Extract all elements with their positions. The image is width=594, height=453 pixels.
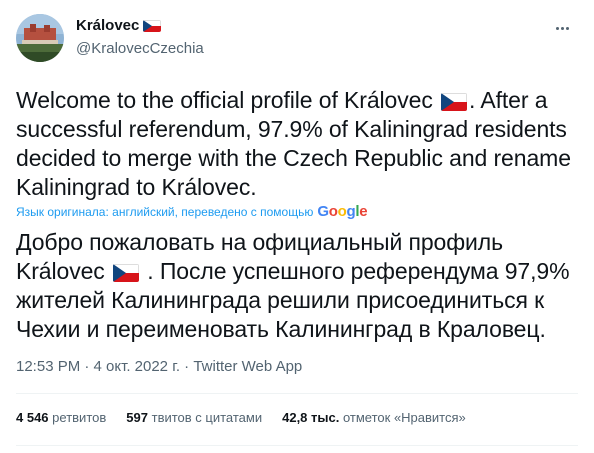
divider [16,445,578,446]
display-name-text[interactable]: Královec [76,16,139,36]
divider [16,393,578,394]
likes-label[interactable]: отметок «Нравится» [343,410,466,425]
likes-stat[interactable]: 42,8 тыс. отметок «Нравится» [282,408,466,428]
czech-flag-icon [112,263,139,282]
avatar[interactable] [16,14,64,62]
quotes-stat[interactable]: 597 твитов с цитатами [126,408,262,428]
translation-note[interactable]: Язык оригинала: английский, переведено с… [16,203,368,220]
tweet-text: Welcome to the official profile of Králo… [16,86,578,202]
translation-note-text[interactable]: Язык оригинала: английский, переведено с… [16,204,313,220]
more-options-icon[interactable] [550,18,574,38]
translated-text: Добро пожаловать на официальный профиль … [16,228,578,344]
tweet-timestamp[interactable]: 12:53 PM · 4 окт. 2022 г. · Twitter Web … [16,357,302,377]
tweet-header: Královec @KralovecCzechia [16,12,578,62]
tweet-text-part-1: Welcome to the official profile of Králo… [16,87,440,113]
czech-flag-icon [441,92,468,111]
retweets-label[interactable]: ретвитов [52,410,106,425]
retweets-count[interactable]: 4 546 [16,410,49,425]
google-logo: Google [317,203,368,220]
czech-flag-icon [143,20,162,32]
display-name[interactable]: Královec [76,16,204,36]
quotes-label[interactable]: твитов с цитатами [152,410,263,425]
likes-count[interactable]: 42,8 тыс. [282,410,339,425]
user-handle[interactable]: @KralovecCzechia [76,39,204,59]
engagement-stats: 4 546 ретвитов 597 твитов с цитатами 42,… [16,408,466,428]
retweets-stat[interactable]: 4 546 ретвитов [16,408,106,428]
quotes-count[interactable]: 597 [126,410,148,425]
